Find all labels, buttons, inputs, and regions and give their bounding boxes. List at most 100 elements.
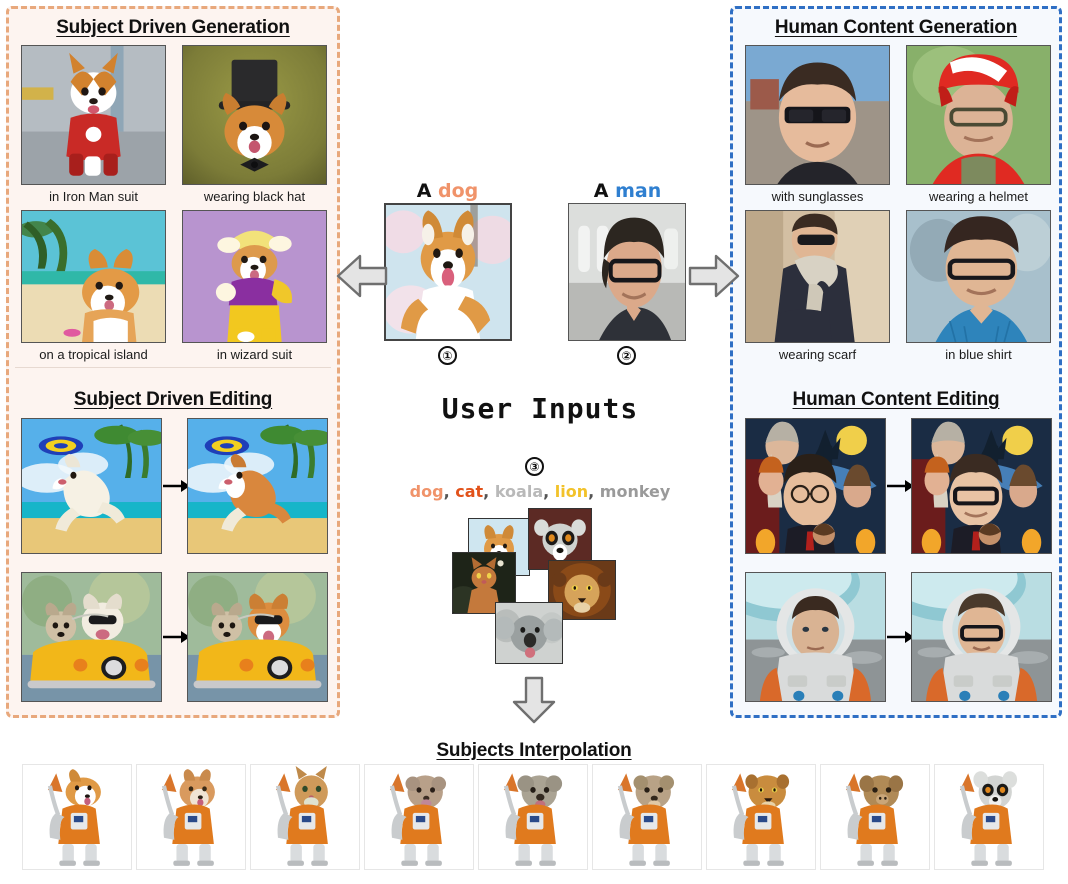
interpolation-frame: [136, 764, 246, 870]
input-number-badge-2: ②: [617, 346, 636, 365]
corgi-top-hat-illustration: [218, 59, 291, 172]
image-tile: [21, 45, 166, 185]
input-subject-man: man: [615, 180, 662, 202]
right-block-arrow-icon: [688, 254, 740, 298]
input-label-man: A man: [570, 180, 685, 202]
image-tile: [182, 210, 327, 343]
wizard-corgi-illustration: [183, 211, 326, 342]
edit-after-astronaut-face-swapped: [911, 572, 1052, 702]
image-tile: [21, 418, 162, 554]
caption-with-sunglasses: with sunglasses: [771, 189, 864, 204]
caption-on-a-tropical-island: on a tropical island: [39, 347, 148, 362]
edit-before-dog-frisbee-beach: [21, 418, 162, 554]
subject-list: dog, cat, koala, lion, monkey: [370, 482, 710, 501]
left-block-arrow-icon: [336, 254, 388, 298]
interpolation-frame: [478, 764, 588, 870]
input-prefix-a: A: [593, 180, 616, 202]
generated-image-iron-man-corgi: [21, 45, 166, 185]
fantasy-poster-swapped-face-illustration: [912, 419, 1051, 553]
caption-in-blue-shirt: in blue shirt: [945, 347, 1012, 362]
panel-human-content: Human Content Generation with sunglasses: [730, 6, 1062, 718]
robot-catkoala-frame-4: [367, 765, 471, 869]
interpolation-frame: [592, 764, 702, 870]
edit-after-harry-potter-poster-face-swapped: [911, 418, 1052, 554]
interpolation-frame: [820, 764, 930, 870]
corgi-iron-man-illustration: [22, 46, 165, 184]
generated-image-corgi-black-hat: [182, 45, 327, 185]
section-title-subject-driven-generation: Subject Driven Generation: [56, 17, 290, 38]
input-label-dog: A dog: [385, 180, 510, 202]
robot-lemur-frame-9: [937, 765, 1041, 869]
koala-thumb-illustration: [491, 603, 566, 663]
caption-wearing-scarf: wearing scarf: [778, 347, 857, 362]
robot-cat-frame-3: [253, 765, 357, 869]
subject-separator: ,: [543, 482, 555, 501]
section-divider: [15, 367, 331, 368]
subject-separator: ,: [443, 482, 456, 501]
man-helmet-portrait: [907, 46, 1050, 184]
image-tile: [21, 572, 162, 702]
subject-token-koala: koala: [494, 482, 544, 501]
robot-dogcat-frame-2: [139, 765, 243, 869]
caption-wearing-black-hat: wearing black hat: [203, 189, 306, 204]
input-prefix-a: A: [416, 180, 439, 202]
panel-subject-driven: Subject Driven Generation in Iron Man su…: [6, 6, 340, 718]
input-number-badge-3: ③: [525, 457, 544, 476]
caption-in-wizard-suit: in wizard suit: [216, 347, 293, 362]
edit-before-harry-potter-poster: [745, 418, 886, 554]
subject-separator: ,: [483, 482, 495, 501]
interpolation-frame: [934, 764, 1044, 870]
caption-in-iron-man-suit: in Iron Man suit: [49, 189, 138, 204]
robot-lionmonkey-frame-8: [823, 765, 927, 869]
image-tile: [745, 210, 890, 343]
image-tile: [182, 45, 327, 185]
generated-image-man-with-sunglasses: [745, 45, 890, 185]
edit-before-astronaut: [745, 572, 886, 702]
corgi-in-yellow-car-illustration: [188, 573, 327, 701]
interpolation-frame: [364, 764, 474, 870]
generated-image-corgi-tropical-island: [21, 210, 166, 343]
image-tile: [21, 210, 166, 343]
dogs-in-yellow-car-illustration: [22, 573, 161, 701]
man-blue-shirt-portrait: [907, 211, 1050, 342]
robot-koala-frame-5: [481, 765, 585, 869]
input-number-badge-1: ①: [438, 346, 457, 365]
section-title-subject-driven-editing: Subject Driven Editing: [73, 389, 273, 410]
image-tile: [187, 418, 328, 554]
robot-lion-frame-7: [709, 765, 813, 869]
interpolation-frame: [22, 764, 132, 870]
subject-separator: ,: [588, 482, 600, 501]
down-block-arrow-icon: [512, 676, 556, 724]
user-inputs-heading: User Inputs: [441, 392, 639, 425]
subject-token-cat: cat: [455, 482, 484, 501]
section-title-subjects-interpolation: Subjects Interpolation: [436, 740, 632, 761]
image-tile: [906, 210, 1051, 343]
man-portrait-photo: [569, 204, 685, 340]
input-photo-corgi: [384, 203, 512, 341]
section-title-human-content-generation: Human Content Generation: [774, 17, 1018, 38]
tropical-beach-corgi-illustration: [22, 211, 165, 342]
interpolation-frame: [706, 764, 816, 870]
subject-thumbnail-koala: [491, 602, 566, 664]
input-image-dog: [384, 203, 512, 341]
figure-root: Subject Driven Generation in Iron Man su…: [0, 0, 1068, 884]
image-tile: [911, 418, 1052, 554]
beach-frisbee-corgi-illustration: [188, 419, 327, 553]
image-tile: [187, 572, 328, 702]
input-image-man: [568, 203, 686, 341]
input-photo-man: [568, 203, 686, 341]
edit-before-dogs-in-car: [21, 572, 162, 702]
robot-dog-frame-1: [25, 765, 129, 869]
edit-after-corgi-frisbee-beach: [187, 418, 328, 554]
image-tile: [911, 572, 1052, 702]
image-tile: [745, 45, 890, 185]
subject-token-dog: dog: [409, 482, 444, 501]
man-sunglasses-portrait: [746, 46, 889, 184]
corgi-cherry-blossom-photo: [386, 205, 510, 339]
subject-token-lion: lion: [554, 482, 589, 501]
section-title-human-content-editing: Human Content Editing: [792, 389, 1000, 410]
generated-image-man-wearing-helmet: [906, 45, 1051, 185]
interpolation-frame: [250, 764, 360, 870]
caption-wearing-a-helmet: wearing a helmet: [929, 189, 1028, 204]
robot-koalalion-frame-6: [595, 765, 699, 869]
